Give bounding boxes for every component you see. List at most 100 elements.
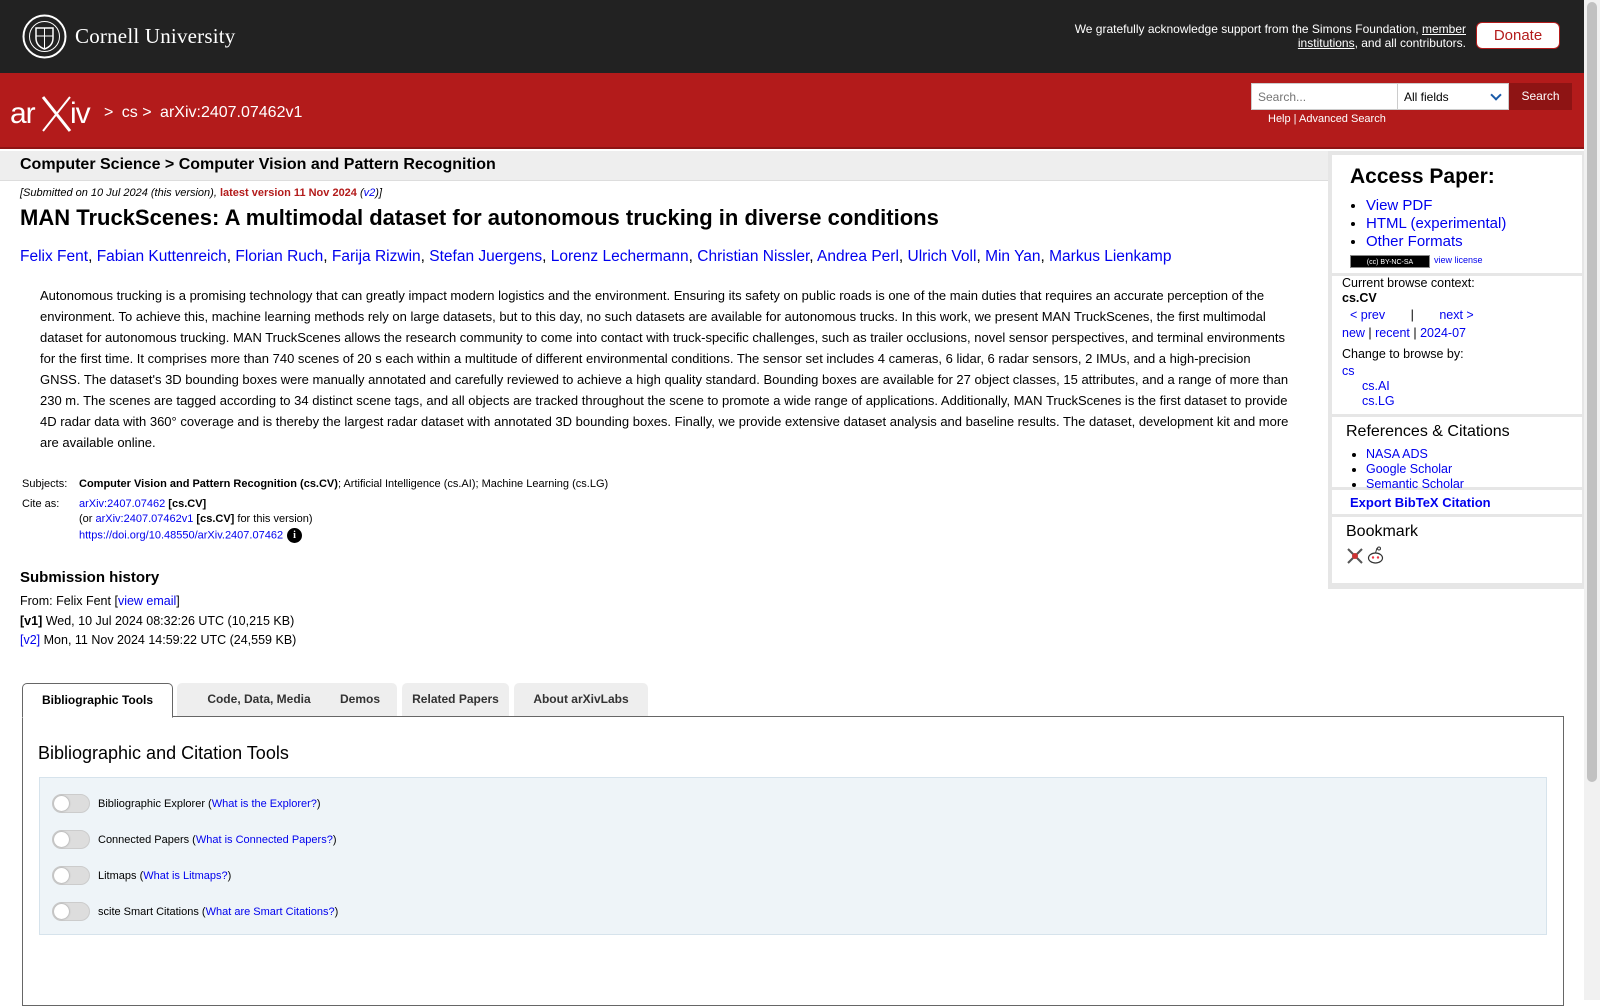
arxiv-logo-icon[interactable]: ar iv <box>10 93 102 133</box>
breadcrumb-current: arXiv:2407.07462v1 <box>160 104 303 121</box>
browse-cs-lg-link[interactable]: cs.LG <box>1362 394 1395 408</box>
primary-subject: Computer Vision and Pattern Recognition … <box>79 478 338 490</box>
reddit-icon[interactable] <box>1366 546 1385 565</box>
cornell-bar: Cornell University We gratefully acknowl… <box>0 0 1584 73</box>
author-link[interactable]: Min Yan <box>985 248 1040 265</box>
submitted-line: [Submitted on 10 Jul 2024 (this version)… <box>20 187 383 199</box>
breadcrumb-sep: > <box>142 104 152 121</box>
bookmark-box: Bookmark <box>1332 517 1582 583</box>
breadcrumb-cs-link[interactable]: cs <box>122 104 138 121</box>
tab-demos[interactable]: Demos <box>323 683 397 716</box>
submission-history-heading: Submission history <box>20 569 160 586</box>
author-link[interactable]: Andrea Perl <box>817 248 899 265</box>
cc-license-badge[interactable]: (cc) BY-NC-SA <box>1350 255 1430 268</box>
advanced-search-link[interactable]: Advanced Search <box>1299 113 1386 125</box>
tool-help-link[interactable]: What is the Explorer? <box>212 798 317 810</box>
author-link[interactable]: Markus Lienkamp <box>1049 248 1171 265</box>
sidebar: Access Paper: View PDF HTML (experimenta… <box>1328 151 1584 589</box>
google-scholar-link[interactable]: Google Scholar <box>1366 462 1452 476</box>
tool-row-litmaps: Litmaps (What is Litmaps?) <box>52 866 231 885</box>
connected-papers-toggle[interactable] <box>52 830 90 849</box>
prev-link[interactable]: < prev <box>1350 308 1385 322</box>
abstract: Autonomous trucking is a promising techn… <box>40 288 1289 450</box>
tool-help-link[interactable]: What are Smart Citations? <box>206 906 335 918</box>
litmaps-toggle[interactable] <box>52 866 90 885</box>
cornell-seal-icon <box>22 14 67 59</box>
scite-toggle[interactable] <box>52 902 90 921</box>
other-formats-link[interactable]: Other Formats <box>1366 233 1463 250</box>
link-separator: | <box>1290 113 1299 125</box>
view-email-link[interactable]: view email <box>118 594 176 608</box>
tab-bibliographic-tools[interactable]: Bibliographic Tools <box>22 683 173 718</box>
arxiv-header: ar iv > cs > arXiv:2407.07462v1 All fiel… <box>0 73 1584 149</box>
prev-next-nav: < prev | next > <box>1350 308 1474 322</box>
cornell-logo[interactable]: Cornell University <box>22 14 236 59</box>
from-prefix: From: Felix Fent [ <box>20 594 118 608</box>
author-link[interactable]: Ulrich Voll <box>908 248 977 265</box>
semantic-scholar-link[interactable]: Semantic Scholar <box>1366 477 1464 491</box>
tab-related-papers[interactable]: Related Papers <box>402 683 509 716</box>
tool-row-explorer: Bibliographic Explorer (What is the Expl… <box>52 794 321 813</box>
new-link[interactable]: new <box>1342 326 1365 340</box>
search-button[interactable]: Search <box>1509 83 1572 110</box>
author-link[interactable]: Stefan Juergens <box>429 248 542 265</box>
cite-id-link[interactable]: arXiv:2407.07462 <box>79 498 165 510</box>
tab-code-data-media[interactable]: Code, Data, Media <box>177 683 341 716</box>
author-link[interactable]: Lorenz Lechermann <box>551 248 689 265</box>
next-link[interactable]: next > <box>1439 308 1473 322</box>
cite-version-link[interactable]: arXiv:2407.07462v1 <box>96 513 194 525</box>
v2-text: Mon, 11 Nov 2024 14:59:22 UTC (24,559 KB… <box>40 633 297 647</box>
nasa-ads-link[interactable]: NASA ADS <box>1366 447 1428 461</box>
access-links: View PDF HTML (experimental) Other Forma… <box>1350 197 1506 251</box>
donate-button[interactable]: Donate <box>1476 22 1560 49</box>
latest-version: latest version 11 Nov 2024 <box>219 187 357 199</box>
author-link[interactable]: Felix Fent <box>20 248 88 265</box>
view-pdf-link[interactable]: View PDF <box>1366 197 1432 214</box>
breadcrumb: > cs > arXiv:2407.07462v1 <box>104 104 306 122</box>
info-icon[interactable]: i <box>287 527 303 543</box>
browse-cs-link[interactable]: cs <box>1342 364 1355 378</box>
export-bibtex-link[interactable]: Export BibTeX Citation <box>1350 495 1491 510</box>
panel-title: Bibliographic and Citation Tools <box>38 743 289 763</box>
page-scrollbar[interactable] <box>1584 0 1600 1000</box>
access-paper-box: Access Paper: View PDF HTML (experimenta… <box>1332 155 1582 273</box>
html-link[interactable]: HTML (experimental) <box>1366 215 1506 232</box>
date-link[interactable]: 2024-07 <box>1420 326 1466 340</box>
change-browse-label: Change to browse by: <box>1342 347 1464 361</box>
tab-about-arxivlabs[interactable]: About arXivLabs <box>514 683 648 716</box>
export-box: Export BibTeX Citation <box>1332 490 1582 514</box>
acknowledgement-text: We gratefully acknowledge support from t… <box>1046 22 1466 50</box>
other-subjects: ; Artificial Intelligence (cs.AI); Machi… <box>337 478 609 490</box>
history-from: From: Felix Fent [view email] <box>20 592 296 612</box>
v2-link[interactable]: [v2] <box>20 633 40 647</box>
tool-help-link[interactable]: What is Connected Papers? <box>196 834 333 846</box>
tool-help-link[interactable]: What is Litmaps? <box>143 870 227 882</box>
explorer-toggle[interactable] <box>52 794 90 813</box>
search-links: Help | Advanced Search <box>1268 113 1386 125</box>
author-link[interactable]: Farija Rizwin <box>332 248 421 265</box>
subjects-label: Subjects: <box>22 478 68 490</box>
main-content: Computer Science > Computer Vision and P… <box>0 151 1328 647</box>
scrollbar-thumb[interactable] <box>1587 2 1597 782</box>
author-link[interactable]: Fabian Kuttenreich <box>97 248 227 265</box>
latest-version-link[interactable]: v2 <box>364 187 376 199</box>
author-link[interactable]: Florian Ruch <box>235 248 323 265</box>
recent-link[interactable]: recent <box>1375 326 1410 340</box>
help-link[interactable]: Help <box>1268 113 1291 125</box>
breadcrumb-sep: > <box>104 104 114 121</box>
submitted-prefix: [Submitted on 10 Jul 2024 (this version)… <box>20 187 220 199</box>
view-license-link[interactable]: view license <box>1434 255 1483 265</box>
search-input[interactable] <box>1251 83 1397 110</box>
browse-context-box: Current browse context: cs.CV < prev | n… <box>1332 276 1582 414</box>
doi-link[interactable]: https://doi.org/10.48550/arXiv.2407.0746… <box>79 529 283 541</box>
search-field-select[interactable]: All fields <box>1397 83 1509 110</box>
cite-version-suffix: for this version) <box>234 513 313 525</box>
cite-or: (or <box>79 513 96 525</box>
browse-cs-ai-link[interactable]: cs.AI <box>1362 379 1390 393</box>
browse-context-value: cs.CV <box>1342 291 1377 305</box>
tools-box: Bibliographic Explorer (What is the Expl… <box>39 777 1547 935</box>
author-link[interactable]: Christian Nissler <box>697 248 809 265</box>
nav-separator: | <box>1410 308 1414 322</box>
science-wise-icon[interactable] <box>1346 547 1364 565</box>
svg-text:ar: ar <box>10 97 36 130</box>
